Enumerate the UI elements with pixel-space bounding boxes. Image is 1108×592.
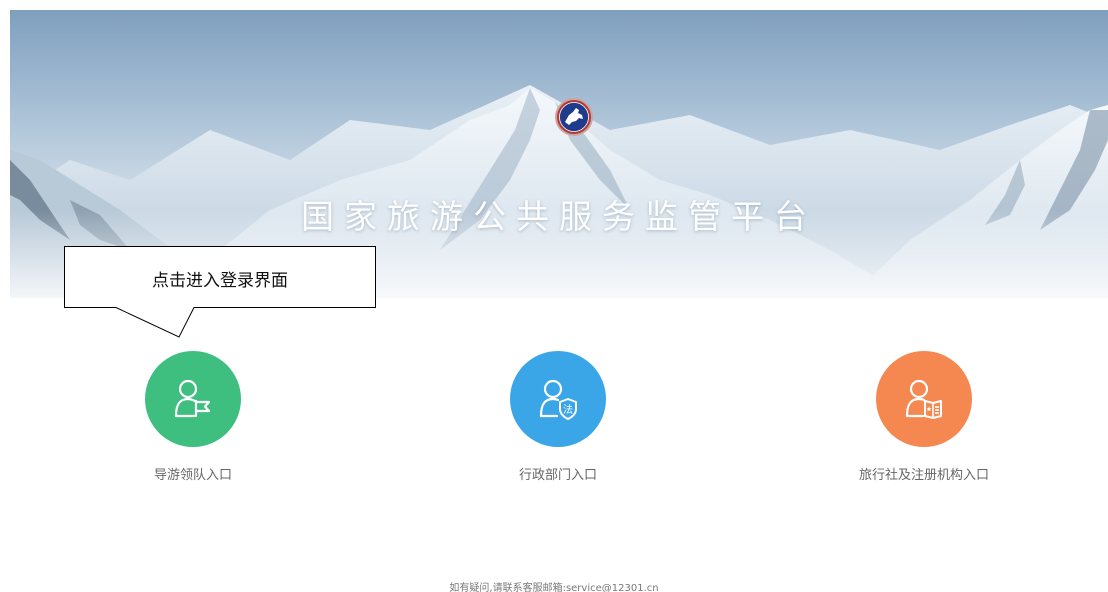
guide-entry-label[interactable]: 导游领队入口 <box>93 464 293 483</box>
callout-text: 点击进入登录界面 <box>152 271 288 291</box>
login-portal-page: 国家旅游公共服务监管平台 点击进入登录界面 导游领队入口 法 行政部门入口 旅行… <box>0 0 1108 592</box>
user-document-icon <box>905 379 942 419</box>
guide-entry-circle[interactable] <box>145 351 241 447</box>
admin-entry-circle[interactable]: 法 <box>510 351 606 447</box>
support-contact-footer: 如有疑问,请联系客服邮箱:service@12301.cn <box>449 583 659 592</box>
guide-entry-button[interactable]: 导游领队入口 <box>93 351 293 483</box>
login-hint-callout: 点击进入登录界面 <box>64 246 376 338</box>
agency-entry-label[interactable]: 旅行社及注册机构入口 <box>824 464 1024 483</box>
user-law-shield-icon: 法 <box>539 379 577 420</box>
admin-entry-button[interactable]: 法 行政部门入口 <box>458 351 658 483</box>
horse-emblem-icon <box>554 97 594 137</box>
agency-entry-button[interactable]: 旅行社及注册机构入口 <box>824 351 1024 483</box>
admin-entry-label[interactable]: 行政部门入口 <box>458 464 658 483</box>
agency-entry-circle[interactable] <box>876 351 972 447</box>
platform-title: 国家旅游公共服务监管平台 <box>301 197 817 236</box>
svg-text:法: 法 <box>563 403 573 416</box>
user-flag-icon <box>174 379 211 418</box>
